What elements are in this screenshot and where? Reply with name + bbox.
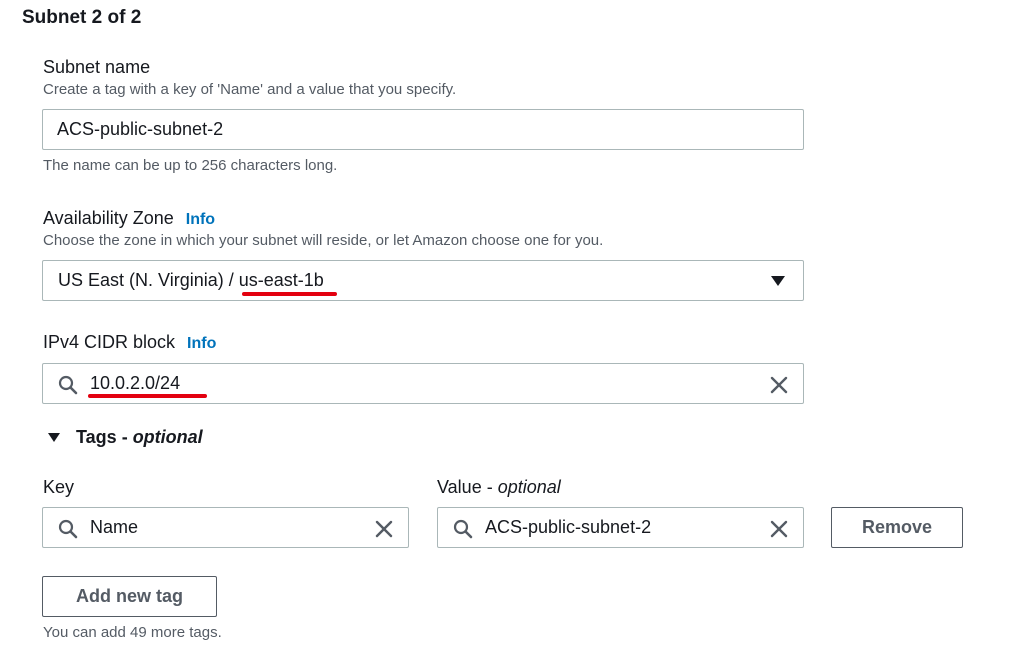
tags-toggle-text: Tags [76,427,117,447]
subnet-name-constraint: The name can be up to 256 characters lon… [43,157,338,174]
tags-remaining-note: You can add 49 more tags. [43,624,222,641]
tag-value-column-label: Value - optional [437,477,561,497]
subnet-name-label: Subnet name [43,57,151,77]
caret-down-icon [48,433,60,442]
section-title: Subnet 2 of 2 [22,7,142,28]
subnet-name-field[interactable] [42,109,804,150]
zone-underline-annotation [242,292,337,296]
availability-zone-region-text: US East (N. Virginia) / [58,270,239,290]
availability-zone-description: Choose the zone in which your subnet wil… [43,232,604,249]
ipv4-cidr-label: IPv4 CIDR block [43,332,176,352]
add-new-tag-button[interactable]: Add new tag [42,576,217,617]
tags-toggle-suffix: optional [132,427,203,447]
tag-key-input[interactable] [43,508,408,547]
cidr-underline-annotation [88,394,207,398]
ipv4-cidr-header: IPv4 CIDR block Info [43,332,216,353]
search-icon [58,375,78,395]
tag-value-label-suffix: optional [497,477,561,497]
tag-value-label-text: Value [437,477,482,497]
availability-zone-info-link[interactable]: Info [186,211,215,228]
search-icon [453,519,473,539]
close-icon[interactable] [769,375,789,395]
tag-value-input[interactable] [438,508,803,547]
tags-toggle-label: Tags - optional [76,427,203,447]
chevron-down-icon [771,276,785,286]
tag-value-field[interactable] [437,507,804,548]
subnet-name-input[interactable] [43,110,803,149]
tag-key-field[interactable] [42,507,409,548]
tags-expand-toggle[interactable]: Tags - optional [48,427,203,448]
remove-tag-button[interactable]: Remove [831,507,963,548]
availability-zone-label: Availability Zone [43,208,174,228]
close-icon[interactable] [769,519,789,539]
search-icon [58,519,78,539]
tag-key-column-label: Key [43,477,75,497]
availability-zone-selected-value: US East (N. Virginia) / us-east-1b [58,270,324,291]
availability-zone-header: Availability Zone Info [43,208,215,229]
ipv4-cidr-info-link[interactable]: Info [187,335,216,352]
close-icon[interactable] [374,519,394,539]
availability-zone-zone-text: us-east-1b [238,270,324,290]
subnet-name-description: Create a tag with a key of 'Name' and a … [43,81,457,98]
availability-zone-select[interactable]: US East (N. Virginia) / us-east-1b [42,260,804,301]
